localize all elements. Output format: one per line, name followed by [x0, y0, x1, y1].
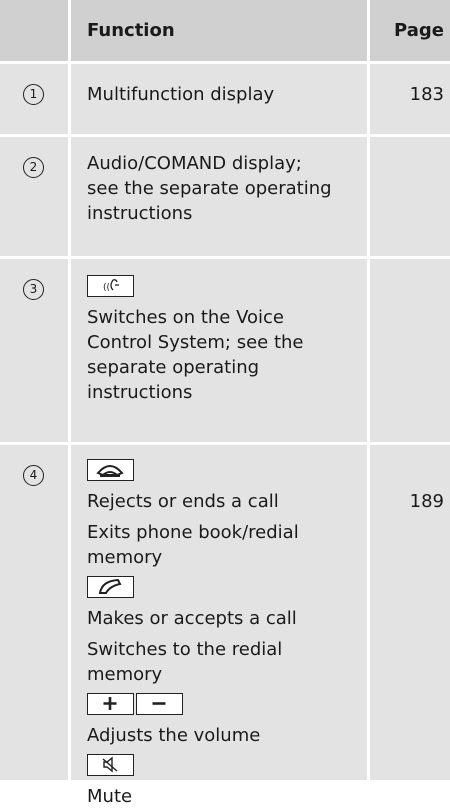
- function-text: Rejects or ends a call: [87, 491, 279, 512]
- function-text: Audio/COMAND display; see the separate o…: [87, 153, 332, 224]
- table-header: Function Page: [0, 0, 450, 64]
- table-row: 2 Audio/COMAND display; see the separate…: [0, 137, 450, 259]
- function-text: Mute: [87, 786, 133, 807]
- mute-key-icon: [87, 754, 134, 776]
- function-text: Multifunction display: [87, 84, 275, 105]
- page-number: 189: [409, 491, 444, 512]
- table-row: 4 Rejects or ends a call Exits phone boo…: [0, 445, 450, 807]
- volume-plus-key-icon: [87, 693, 134, 715]
- function-table: Function Page 1 Multifunction display 18…: [0, 0, 450, 807]
- accept-call-key-icon: [87, 576, 134, 598]
- volume-plus-minus-keys-icon: [87, 693, 183, 715]
- function-text: Adjusts the volume: [87, 725, 261, 746]
- item-number: 3: [23, 279, 44, 300]
- function-text: Exits phone book/redial memory: [87, 522, 299, 568]
- function-text: Switches on the Voice Control System; se…: [87, 307, 304, 403]
- table-row: 3 (( Switches on the Voice Control Syste…: [0, 259, 450, 445]
- item-number: 1: [23, 84, 44, 105]
- page-column-header: Page: [370, 0, 450, 61]
- table-row: 1 Multifunction display 183: [0, 64, 450, 137]
- end-call-key-icon: [87, 459, 134, 481]
- svg-text:((: ((: [103, 283, 110, 293]
- item-number: 2: [23, 157, 44, 178]
- item-number: 4: [23, 465, 44, 486]
- function-text: Makes or accepts a call: [87, 608, 297, 629]
- voice-control-key-icon: ((: [87, 275, 134, 297]
- function-text: Switches to the redial memory: [87, 639, 283, 685]
- volume-minus-key-icon: [136, 693, 183, 715]
- function-column-header: Function: [71, 0, 370, 61]
- page-number: 183: [409, 84, 444, 105]
